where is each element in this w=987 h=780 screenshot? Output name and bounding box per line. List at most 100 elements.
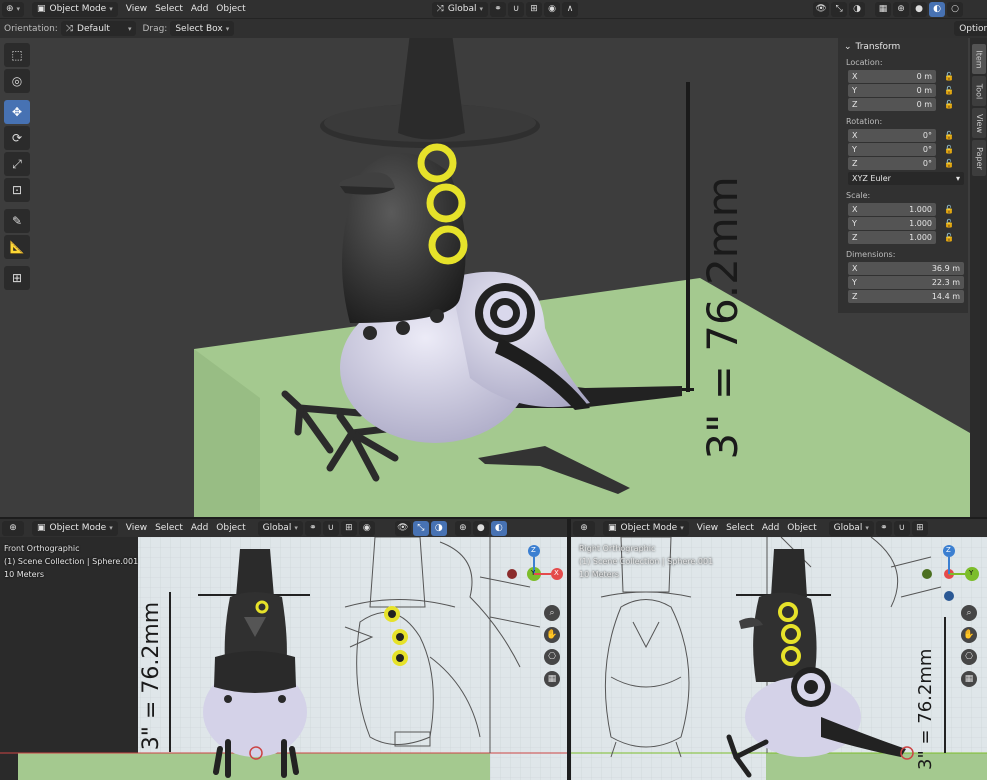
snap-icon[interactable]: ∪	[893, 520, 910, 536]
dimensions-z-field[interactable]: Z 14.4 m	[848, 290, 964, 303]
front-ortho-viewport[interactable]: ⊕ ▣ Object Mode ▾ View Select Add Object G…	[0, 519, 567, 780]
lock-icon[interactable]: 🔓	[944, 100, 954, 109]
tab-view[interactable]: View	[972, 108, 986, 138]
lock-icon[interactable]: 🔓	[944, 233, 954, 242]
annotate-tool-icon[interactable]: ✎	[4, 209, 30, 233]
editor-type-icon[interactable]: ⊕	[2, 520, 24, 536]
pan-hand-icon[interactable]: ✋	[544, 627, 560, 643]
pan-hand-icon[interactable]: ✋	[961, 627, 977, 643]
tab-paper-label: Paper	[974, 146, 984, 170]
shading-rendered-icon[interactable]: ○	[947, 1, 964, 17]
menu-object[interactable]: Object	[216, 4, 245, 14]
menu-object[interactable]: Object	[216, 523, 245, 533]
visibility-icon[interactable]: 👁	[813, 1, 830, 17]
lock-icon[interactable]: 🔓	[944, 86, 954, 95]
menu-view[interactable]: View	[126, 523, 147, 533]
snap-icon[interactable]: ∪	[322, 520, 339, 536]
shading-wireframe-icon[interactable]: ⊕	[893, 1, 910, 17]
lock-icon[interactable]: 🔓	[944, 131, 954, 140]
menu-view[interactable]: View	[697, 523, 718, 533]
menu-select[interactable]: Select	[155, 523, 183, 533]
menu-object[interactable]: Object	[787, 523, 816, 533]
overlays-icon[interactable]: ◑	[430, 520, 447, 536]
proportional-editing-icon[interactable]: ◉	[358, 520, 375, 536]
transform-orientation-selector[interactable]: ⤨ Global ▾	[431, 1, 489, 17]
menu-select[interactable]: Select	[155, 4, 183, 14]
gizmo-toggle-icon[interactable]: ⤡	[831, 1, 848, 17]
ortho-grid-icon[interactable]: ▦	[961, 671, 977, 687]
shading-solid-icon[interactable]: ●	[472, 520, 489, 536]
menu-add[interactable]: Add	[191, 4, 208, 14]
add-cube-tool-icon[interactable]: ⊞	[4, 266, 30, 290]
location-y-field[interactable]: Y 0 m	[848, 84, 936, 97]
rotation-z-field[interactable]: Z 0°	[848, 157, 936, 170]
location-x-field[interactable]: X 0 m	[848, 70, 936, 83]
shading-material-icon[interactable]: ◐	[929, 1, 946, 17]
cursor-tool-icon[interactable]: ◎	[4, 69, 30, 93]
snap-target-icon[interactable]: ⊞	[911, 520, 928, 536]
lock-icon[interactable]: 🔓	[944, 205, 954, 214]
camera-view-icon[interactable]: ⎔	[961, 649, 977, 665]
pivot-point-icon[interactable]: ⚭	[875, 520, 892, 536]
right-ortho-viewport[interactable]: ⊕ ▣ Object Mode ▾ View Select Add Object G…	[571, 519, 987, 780]
snap-icon[interactable]: ∪	[508, 1, 525, 17]
tab-item[interactable]: Item	[972, 44, 986, 74]
overlays-icon[interactable]: ◑	[849, 1, 866, 17]
camera-view-icon[interactable]: ⎔	[544, 649, 560, 665]
scale-y-field[interactable]: Y 1.000	[848, 217, 936, 230]
xray-icon[interactable]: ▦	[875, 1, 892, 17]
drag-dropdown[interactable]: Select Box ▾	[170, 21, 235, 36]
pivot-point-icon[interactable]: ⚭	[490, 1, 507, 17]
rotation-mode-dropdown[interactable]: XYZ Euler ▾	[848, 172, 964, 185]
gizmo-toggle-icon[interactable]: ⤡	[412, 520, 429, 536]
pivot-point-icon[interactable]: ⚭	[304, 520, 321, 536]
dimensions-y-field[interactable]: Y 22.3 m	[848, 276, 964, 289]
rotate-tool-icon[interactable]: ⟳	[4, 126, 30, 150]
shading-material-icon[interactable]: ◐	[490, 520, 507, 536]
ortho-grid-icon[interactable]: ▦	[544, 671, 560, 687]
rotation-x-field[interactable]: X 0°	[848, 129, 936, 142]
scale-x-row: X 1.000 🔓	[844, 203, 962, 216]
transform-tool-icon[interactable]: ⊡	[4, 178, 30, 202]
shading-wireframe-icon[interactable]: ⊕	[454, 520, 471, 536]
transform-panel-header[interactable]: ⌄ Transform	[844, 42, 962, 52]
move-tool-icon[interactable]: ✥	[4, 100, 30, 124]
menu-view[interactable]: View	[126, 4, 147, 14]
menu-add[interactable]: Add	[762, 523, 779, 533]
main-3d-viewport[interactable]: 3" = 76.2mm ⬚ ◎ ✥ ⟳ ⤢ ⊡ ✎ 📐 ⊞ ⌄ Transform…	[0, 38, 987, 517]
menu-add[interactable]: Add	[191, 523, 208, 533]
mode-selector[interactable]: ▣ Object Mode ▾	[603, 520, 689, 536]
falloff-icon[interactable]: ∧	[562, 1, 579, 17]
shading-solid-icon[interactable]: ●	[911, 1, 928, 17]
zoom-icon[interactable]: ⌕	[544, 605, 560, 621]
scale-tool-icon[interactable]: ⤢	[4, 152, 30, 176]
measure-tool-icon[interactable]: 📐	[4, 235, 30, 259]
rotation-y-field[interactable]: Y 0°	[848, 143, 936, 156]
dimensions-x-field[interactable]: X 36.9 m	[848, 262, 964, 275]
tab-tool[interactable]: Tool	[972, 76, 986, 106]
lock-icon[interactable]: 🔓	[944, 159, 954, 168]
zoom-icon[interactable]: ⌕	[961, 605, 977, 621]
mode-selector[interactable]: ▣ Object Mode ▾	[32, 520, 118, 536]
tab-paper[interactable]: Paper	[972, 140, 986, 176]
lock-icon[interactable]: 🔓	[944, 72, 954, 81]
orientation-dropdown[interactable]: ⤨ Default ▾	[60, 21, 137, 36]
snap-target-icon[interactable]: ⊞	[526, 1, 543, 17]
visibility-icon[interactable]: 👁	[394, 520, 411, 536]
gizmo-z-label: Z	[531, 546, 536, 554]
snap-target-icon[interactable]: ⊞	[340, 520, 357, 536]
lock-icon[interactable]: 🔓	[944, 219, 954, 228]
scale-z-field[interactable]: Z 1.000	[848, 231, 936, 244]
editor-type-icon[interactable]: ⊕	[573, 520, 595, 536]
options-button[interactable]: Options▾	[954, 21, 987, 36]
menu-select[interactable]: Select	[726, 523, 754, 533]
transform-orientation-selector[interactable]: Global ▾	[257, 520, 303, 536]
proportional-editing-icon[interactable]: ◉	[544, 1, 561, 17]
mode-selector[interactable]: ▣ Object Mode ▾	[32, 1, 118, 17]
editor-type-icon[interactable]: ⊕ ▾	[2, 1, 24, 17]
scale-x-field[interactable]: X 1.000	[848, 203, 936, 216]
lock-icon[interactable]: 🔓	[944, 145, 954, 154]
transform-orientation-selector[interactable]: Global ▾	[828, 520, 874, 536]
select-box-tool-icon[interactable]: ⬚	[4, 43, 30, 67]
location-z-field[interactable]: Z 0 m	[848, 98, 936, 111]
